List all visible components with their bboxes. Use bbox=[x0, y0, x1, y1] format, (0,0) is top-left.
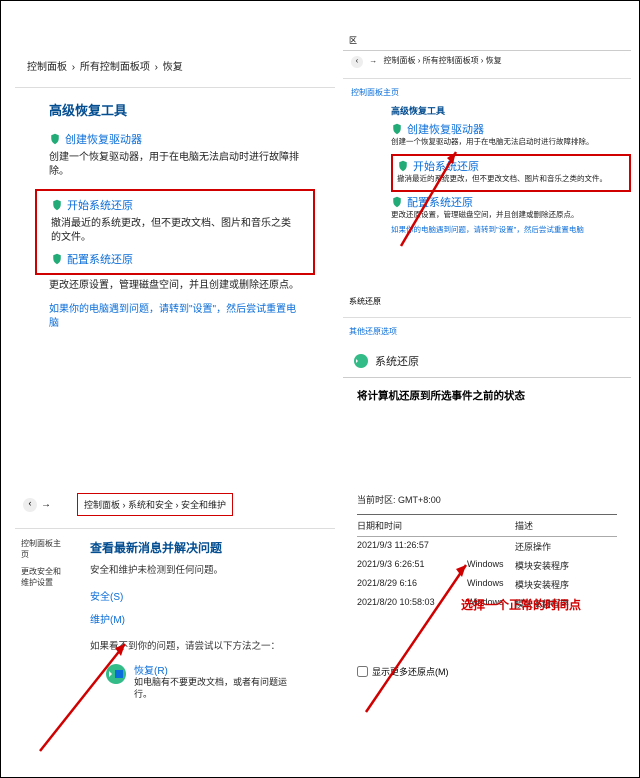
link-reset-pc[interactable]: 如果你的电脑遇到问题，请转到"设置"，然后尝试重置电脑 bbox=[15, 301, 335, 339]
link-create-recovery-drive-sm[interactable]: 创建恢复驱动器 bbox=[391, 121, 631, 137]
link-reset-pc-sm[interactable]: 如果你的电脑遇到问题，请转到"设置"，然后尝试重置电脑 bbox=[391, 225, 631, 240]
table-header: 日期和时间 描述 bbox=[357, 515, 617, 537]
shield-icon bbox=[397, 160, 409, 172]
shield-icon bbox=[391, 123, 403, 135]
desc-sm-1: 创建一个恢复驱动器，用于在电脑无法启动时进行故障排除。 bbox=[391, 137, 631, 152]
restore-desc: 如电脑有不要更改文档，或者有问题运行。 bbox=[134, 677, 301, 700]
shield-icon bbox=[391, 196, 403, 208]
recovery-panel-small: 区 ‹ → 控制面板 › 所有控制面板项 › 恢复 控制面板主页 高级恢复工具 … bbox=[343, 31, 631, 239]
page-title: 高级恢复工具 bbox=[15, 94, 335, 129]
system-restore-dialog: 系统还原 其他还原选项 系统还原 将计算机还原到所选事件之前的状态 当前时区: … bbox=[343, 292, 631, 686]
link-configure-restore[interactable]: 配置系统还原 bbox=[43, 249, 307, 269]
table-row[interactable]: 2021/8/29 6:16Windows模块安装程序 bbox=[357, 575, 617, 594]
desc-configure-restore: 更改还原设置，管理磁盘空间，并且创建或删除还原点。 bbox=[15, 277, 335, 301]
desc-system-restore: 撤消最近的系统更改，但不更改文档、图片和音乐之类的文件。 bbox=[43, 215, 307, 249]
restore-link[interactable]: 恢复(R) bbox=[134, 662, 301, 677]
breadcrumb[interactable]: 控制面板 › 所有控制面板项 › 恢复 bbox=[15, 50, 335, 81]
breadcrumb-security[interactable]: 控制面板 › 系统和安全 › 安全和维护 bbox=[77, 493, 233, 516]
security-maintenance-panel: ‹ → 控制面板 › 系统和安全 › 安全和维护 控制面板主页 更改安全和维护设… bbox=[15, 487, 335, 708]
desc-sm-2: 撤消最近的系统更改，但不更改文档、图片和音乐之类的文件。 bbox=[397, 174, 625, 189]
desc-create-recovery-drive: 创建一个恢复驱动器，用于在电脑无法启动时进行故障排除。 bbox=[15, 149, 335, 187]
annotation-text: 选择一个正常的时间点 bbox=[461, 596, 581, 613]
shield-icon bbox=[51, 199, 63, 211]
dialog-title: 系统还原 bbox=[375, 353, 419, 369]
tag: 区 bbox=[343, 31, 631, 51]
shield-icon bbox=[49, 133, 61, 145]
security-section[interactable]: 安全(S) bbox=[70, 578, 335, 605]
restore-icon bbox=[104, 662, 128, 686]
link-create-recovery-drive[interactable]: 创建恢复驱动器 bbox=[15, 129, 335, 149]
recovery-panel-large: 控制面板 › 所有控制面板项 › 恢复 高级恢复工具 创建恢复驱动器 创建一个恢… bbox=[15, 50, 335, 339]
page-title-small: 高级恢复工具 bbox=[391, 100, 631, 121]
highlight-box-sm: 开始系统还原 撤消最近的系统更改，但不更改文档、图片和音乐之类的文件。 bbox=[391, 154, 631, 193]
dialog-subtitle: 将计算机还原到所选事件之前的状态 bbox=[343, 378, 631, 409]
timezone-label: 当前时区: GMT+8:00 bbox=[343, 489, 631, 510]
side-home-link[interactable]: 控制面板主页 bbox=[343, 85, 631, 100]
maintenance-section[interactable]: 维护(M) bbox=[70, 605, 335, 628]
breadcrumb-small[interactable]: ‹ → 控制面板 › 所有控制面板项 › 恢复 bbox=[343, 51, 631, 72]
desc-sm-3: 更改还原设置，管理磁盘空间，并且创建或删除还原点。 bbox=[391, 210, 631, 225]
heading-security: 查看最新消息并解决问题 bbox=[70, 535, 335, 560]
table-row[interactable]: 2021/9/3 11:26:57还原操作 bbox=[357, 537, 617, 556]
checkbox[interactable] bbox=[357, 666, 368, 677]
side-change[interactable]: 更改安全和维护设置 bbox=[15, 563, 70, 591]
table-row[interactable]: 2021/9/3 6:26:51Windows模块安装程序 bbox=[357, 556, 617, 575]
tag-restore: 系统还原 bbox=[343, 292, 631, 311]
link-configure-restore-sm[interactable]: 配置系统还原 bbox=[391, 194, 631, 210]
show-more-checkbox[interactable]: 显示更多还原点(M) bbox=[343, 657, 631, 686]
back-icon[interactable]: ‹ bbox=[351, 56, 363, 68]
shield-icon bbox=[51, 253, 63, 265]
link-system-restore[interactable]: 开始系统还原 bbox=[43, 195, 307, 215]
highlight-box: 开始系统还原 撤消最近的系统更改，但不更改文档、图片和音乐之类的文件。 配置系统… bbox=[35, 189, 315, 275]
link-system-restore-sm[interactable]: 开始系统还原 bbox=[397, 158, 625, 174]
sub-security: 安全和维护未检测到任何问题。 bbox=[70, 560, 335, 578]
restore-dialog-icon bbox=[353, 353, 369, 369]
tip-text: 如果看不到你的问题，请尝试以下方法之一： bbox=[70, 628, 335, 654]
side-home[interactable]: 控制面板主页 bbox=[15, 535, 70, 563]
other-options[interactable]: 其他还原选项 bbox=[343, 324, 631, 339]
back-icon[interactable]: ‹ bbox=[23, 498, 37, 512]
